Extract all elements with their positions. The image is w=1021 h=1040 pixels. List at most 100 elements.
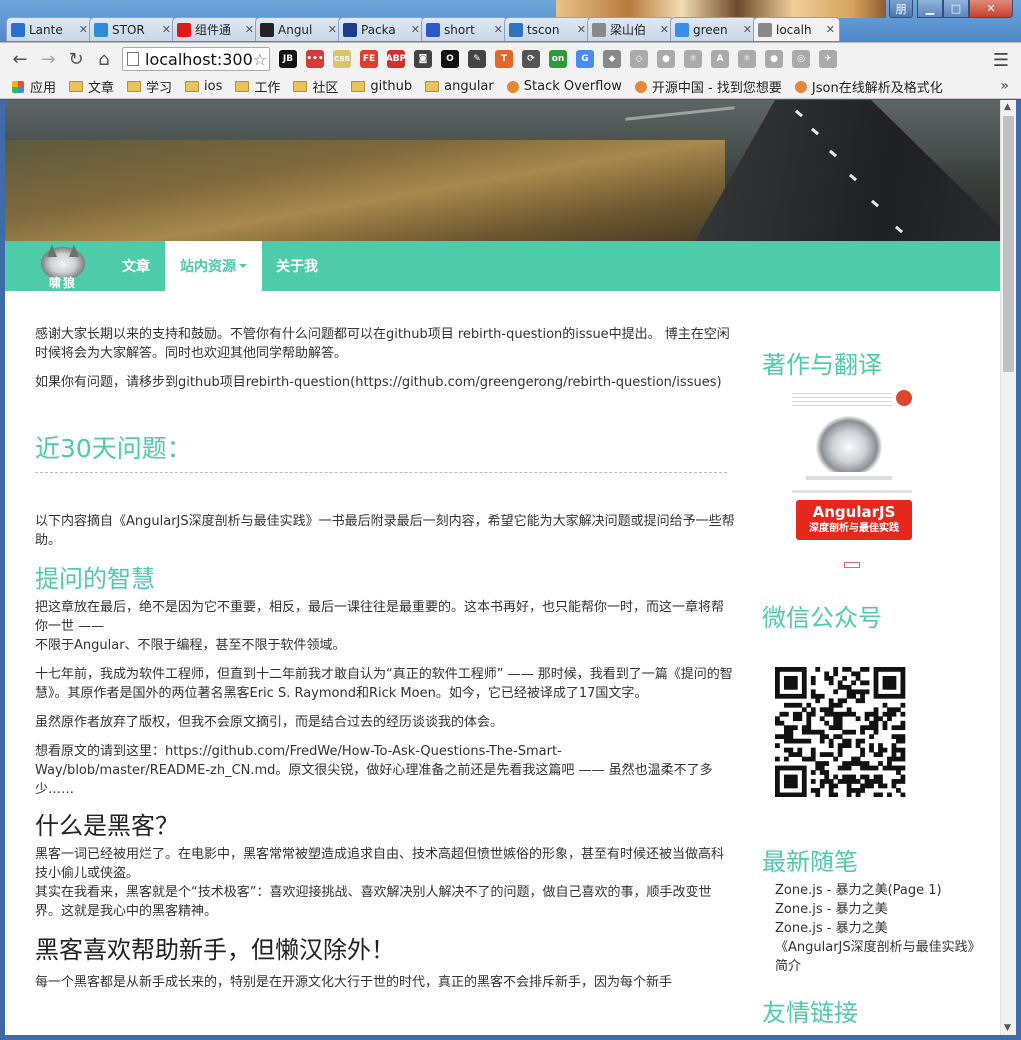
close-tab-icon[interactable]: ✕ (411, 23, 420, 36)
qr-module (810, 779, 816, 784)
extension-icon[interactable]: ◙ (414, 50, 432, 68)
qr-module (900, 747, 906, 753)
recent-post-link[interactable]: Zone.js - 暴力之美(Page 1) (775, 881, 975, 900)
close-window-button[interactable]: ✕ (969, 0, 1013, 18)
qr-module (882, 667, 888, 672)
bookmark-folder[interactable]: github (351, 79, 412, 94)
qr-module (882, 711, 888, 717)
extension-icon[interactable]: JB (279, 50, 297, 68)
bookmark-link[interactable]: Json在线解析及格式化 (794, 77, 943, 96)
browser-tab[interactable]: green ✕ (670, 17, 757, 41)
close-tab-icon[interactable]: ✕ (743, 23, 752, 36)
bookmark-link[interactable]: 开源中国 - 找到您想要 (634, 77, 782, 96)
close-tab-icon[interactable]: ✕ (328, 23, 337, 36)
page-icon (592, 22, 606, 37)
recent-post-link[interactable]: Zone.js - 暴力之美 (775, 919, 975, 938)
qr-module (846, 729, 852, 735)
extension-icon[interactable]: A (711, 50, 729, 68)
bookmark-star-icon[interactable]: ☆ (253, 50, 267, 69)
nav-about-me[interactable]: 关于我 (261, 241, 333, 291)
nav-articles[interactable]: 文章 (107, 241, 165, 291)
qr-module (833, 671, 839, 677)
qr-module (846, 667, 852, 672)
browser-tab[interactable]: Packa ✕ (338, 17, 425, 41)
extension-icon[interactable]: ⚛ (684, 50, 702, 68)
book-cover-image[interactable]: AngularJS 深度剖析与最佳实践 (786, 388, 920, 572)
qr-module (806, 720, 812, 726)
arrow-left-icon: ← (12, 48, 28, 70)
extension-icon[interactable]: ✈ (819, 50, 837, 68)
qr-module (806, 716, 812, 722)
extension-icon[interactable]: ● (657, 50, 675, 68)
extension-icon[interactable]: FE (360, 50, 378, 68)
browser-tab[interactable]: short ✕ (421, 17, 508, 41)
reload-button[interactable]: ↻ (64, 47, 88, 71)
bookmarks-overflow-icon[interactable]: » (1000, 78, 1009, 94)
extension-icon[interactable]: ABP (386, 50, 406, 68)
qr-module (810, 693, 816, 699)
qr-module (833, 725, 839, 731)
window-user-button[interactable]: 朋 (889, 0, 913, 18)
bookmark-folder[interactable]: 社区 (293, 77, 338, 96)
bookmark-folder[interactable]: 学习 (127, 77, 172, 96)
bookmark-link[interactable]: Stack Overflow (506, 79, 622, 94)
qr-module (783, 734, 789, 740)
menu-icon[interactable]: ☰ (993, 50, 1009, 71)
site-logo[interactable]: 啸狼 (33, 245, 93, 290)
bookmark-folder[interactable]: 文章 (69, 77, 114, 96)
qr-module (819, 765, 825, 771)
extension-icon[interactable]: on (549, 50, 567, 68)
page-scrollbar[interactable]: ▲ ▼ (1000, 100, 1016, 1035)
qr-module (788, 779, 794, 784)
browser-tab[interactable]: localh ✕ (753, 17, 840, 41)
extension-icon[interactable]: O (441, 50, 459, 68)
recent-post-link[interactable]: Zone.js - 暴力之美 (775, 900, 975, 919)
minimize-button[interactable]: ▁ (917, 0, 943, 18)
scroll-up-icon[interactable]: ▲ (1004, 102, 1011, 112)
back-button[interactable]: ← (8, 47, 32, 71)
browser-tab[interactable]: Lante ✕ (6, 17, 93, 41)
extension-icon[interactable]: ◇ (630, 50, 648, 68)
qr-module (806, 738, 812, 744)
qr-module (846, 783, 852, 789)
forward-button[interactable]: → (36, 47, 60, 71)
extension-icon[interactable]: ◎ (792, 50, 810, 68)
scrollbar-thumb[interactable] (1003, 116, 1014, 372)
browser-tab[interactable]: STOR ✕ (89, 17, 176, 41)
extension-icon[interactable]: css (333, 50, 351, 68)
bookmark-apps[interactable]: 应用 (12, 77, 56, 96)
bookmark-folder[interactable]: angular (425, 79, 494, 94)
maximize-button[interactable]: □ (943, 0, 969, 18)
extension-icon[interactable]: ✎ (468, 50, 486, 68)
qr-module (779, 667, 785, 672)
extension-icon[interactable]: G (576, 50, 594, 68)
extension-icon[interactable]: ⟳ (522, 50, 540, 68)
qr-module (846, 707, 852, 713)
close-tab-icon[interactable]: ✕ (826, 23, 835, 36)
extension-icon[interactable]: ◆ (603, 50, 621, 68)
close-tab-icon[interactable]: ✕ (660, 23, 669, 36)
browser-tab[interactable]: 梁山伯 ✕ (587, 17, 674, 41)
extension-icon[interactable]: ● (765, 50, 783, 68)
home-button[interactable]: ⌂ (92, 47, 116, 71)
bookmark-folder[interactable]: 工作 (235, 77, 280, 96)
bookmark-folder[interactable]: ios (185, 79, 222, 94)
qr-module (824, 774, 830, 780)
close-tab-icon[interactable]: ✕ (245, 23, 254, 36)
browser-tab[interactable]: 组件通 ✕ (172, 17, 259, 41)
qr-module (783, 702, 789, 708)
recent-post-link[interactable]: 《AngularJS深度剖析与最佳实践》简介 (775, 938, 975, 976)
qr-module (837, 720, 843, 726)
browser-tab[interactable]: tscon ✕ (504, 17, 591, 41)
close-tab-icon[interactable]: ✕ (79, 23, 88, 36)
address-bar[interactable]: localhost:300 ☆ (122, 47, 270, 71)
close-tab-icon[interactable]: ✕ (494, 23, 503, 36)
scroll-down-icon[interactable]: ▼ (1004, 1023, 1011, 1033)
browser-tab[interactable]: Angul ✕ (255, 17, 342, 41)
close-tab-icon[interactable]: ✕ (577, 23, 586, 36)
nav-site-resources[interactable]: 站内资源 (165, 241, 262, 291)
extension-icon[interactable]: ••• (306, 50, 324, 68)
extension-icon[interactable]: ⚛ (738, 50, 756, 68)
close-tab-icon[interactable]: ✕ (162, 23, 171, 36)
extension-icon[interactable]: T (495, 50, 513, 68)
